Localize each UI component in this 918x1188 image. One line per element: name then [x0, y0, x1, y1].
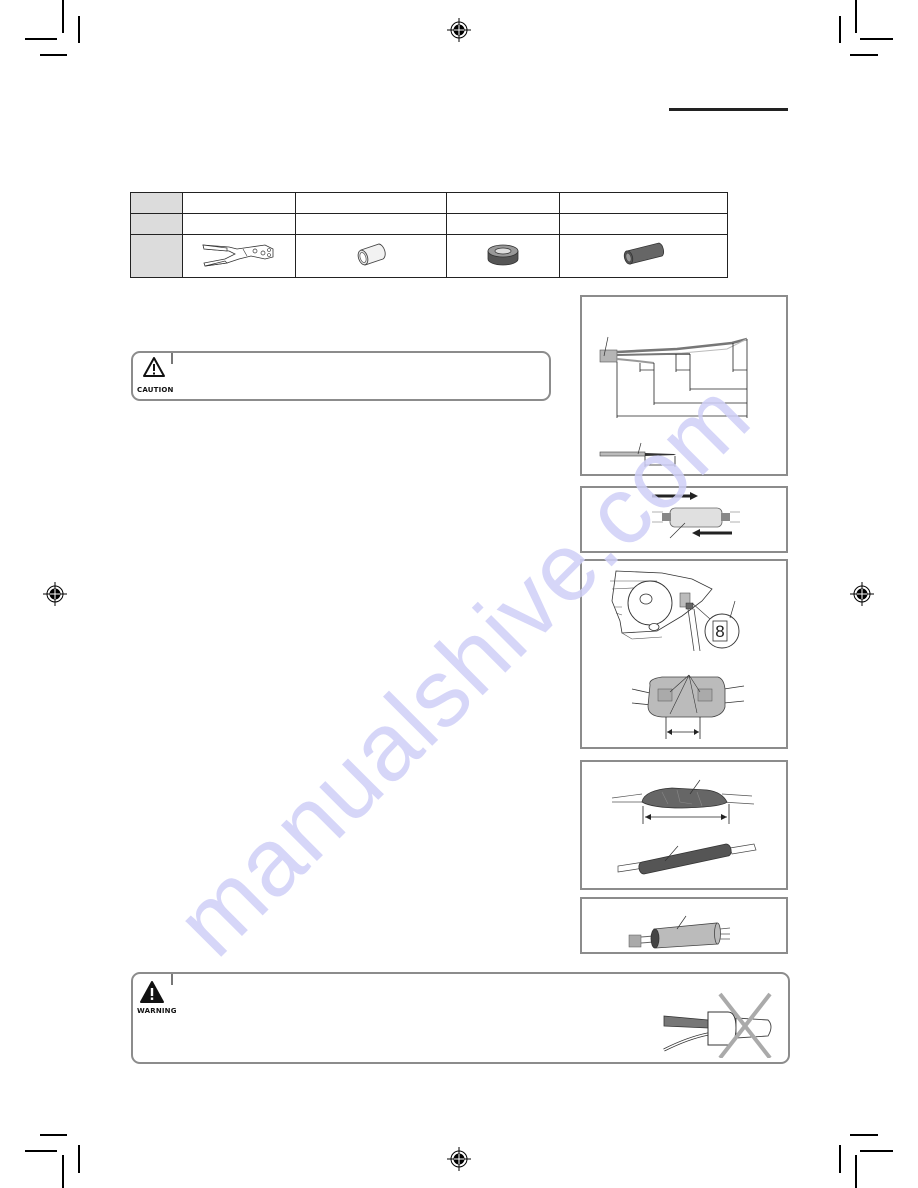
- figure-shrink-tube-over-cable: [580, 897, 788, 954]
- incorrect-connection-icon: [663, 992, 772, 1058]
- crop-mark: [62, 1155, 64, 1188]
- tape-shrink-diagram: [611, 779, 757, 875]
- table-cell: [182, 234, 296, 278]
- die-number: 8: [715, 622, 724, 641]
- crimp-sleeve-icon: [357, 243, 386, 266]
- table-cell: [559, 213, 728, 235]
- crop-mark: [839, 1145, 841, 1173]
- figure-wire-strip-dimensions: [580, 295, 788, 476]
- tools-table: [130, 192, 728, 278]
- figure-tape-and-shrink-tube: [580, 760, 788, 890]
- divider: [171, 353, 173, 364]
- table-row: [130, 234, 728, 278]
- table-cell: [295, 213, 447, 235]
- table-cell: [559, 192, 728, 214]
- crop-mark: [40, 54, 67, 56]
- crop-mark: [62, 0, 64, 33]
- crop-mark: [860, 38, 893, 40]
- sleeve-insertion-diagram: [652, 492, 740, 539]
- caution-triangle-icon: [143, 357, 165, 377]
- caution-label: CAUTION: [137, 386, 174, 394]
- crop-mark: [839, 16, 841, 43]
- crop-mark: [40, 1134, 67, 1136]
- crimping-diagram: 8: [610, 570, 745, 739]
- table-cell: [559, 234, 728, 278]
- table-row: [130, 192, 728, 214]
- crop-mark: [78, 1145, 80, 1173]
- crimping-tool-icon: [202, 244, 274, 266]
- crop-mark: [850, 1134, 878, 1136]
- registration-mark-icon: [850, 582, 874, 606]
- warning-label: WARNING: [137, 1007, 177, 1015]
- registration-mark-icon: [447, 1147, 471, 1171]
- table-cell: [182, 192, 296, 214]
- crop-mark: [25, 38, 57, 40]
- warning-triangle-icon: [140, 981, 164, 1003]
- crop-mark: [850, 54, 878, 56]
- figure-sleeve-insertion: [580, 486, 788, 553]
- crop-mark: [855, 1155, 857, 1188]
- table-cell: [446, 234, 560, 278]
- divider: [171, 974, 173, 985]
- header-rule: [669, 108, 788, 111]
- registration-mark-icon: [43, 582, 67, 606]
- crop-mark: [78, 16, 80, 43]
- table-cell: [446, 192, 560, 214]
- insulation-tape-roll-icon: [487, 244, 519, 265]
- caution-box: CAUTION: [131, 351, 551, 401]
- crop-mark: [25, 1150, 57, 1152]
- table-header-cell: [130, 234, 183, 278]
- table-cell: [295, 192, 447, 214]
- table-cell: [295, 234, 447, 278]
- shrink-tube-icon: [623, 242, 664, 265]
- figure-crimping-with-tool: 8: [580, 559, 788, 749]
- table-row: [130, 213, 728, 235]
- table-header-cell: [130, 213, 183, 235]
- crop-mark: [855, 0, 857, 33]
- table-cell: [446, 213, 560, 235]
- registration-mark-icon: [447, 18, 471, 42]
- warning-box: WARNING: [131, 972, 790, 1064]
- shrink-tube-cable-diagram: [628, 915, 731, 949]
- crop-mark: [860, 1150, 893, 1152]
- table-cell: [182, 213, 296, 235]
- wire-strip-diagram: [599, 336, 748, 467]
- table-header-cell: [130, 192, 183, 214]
